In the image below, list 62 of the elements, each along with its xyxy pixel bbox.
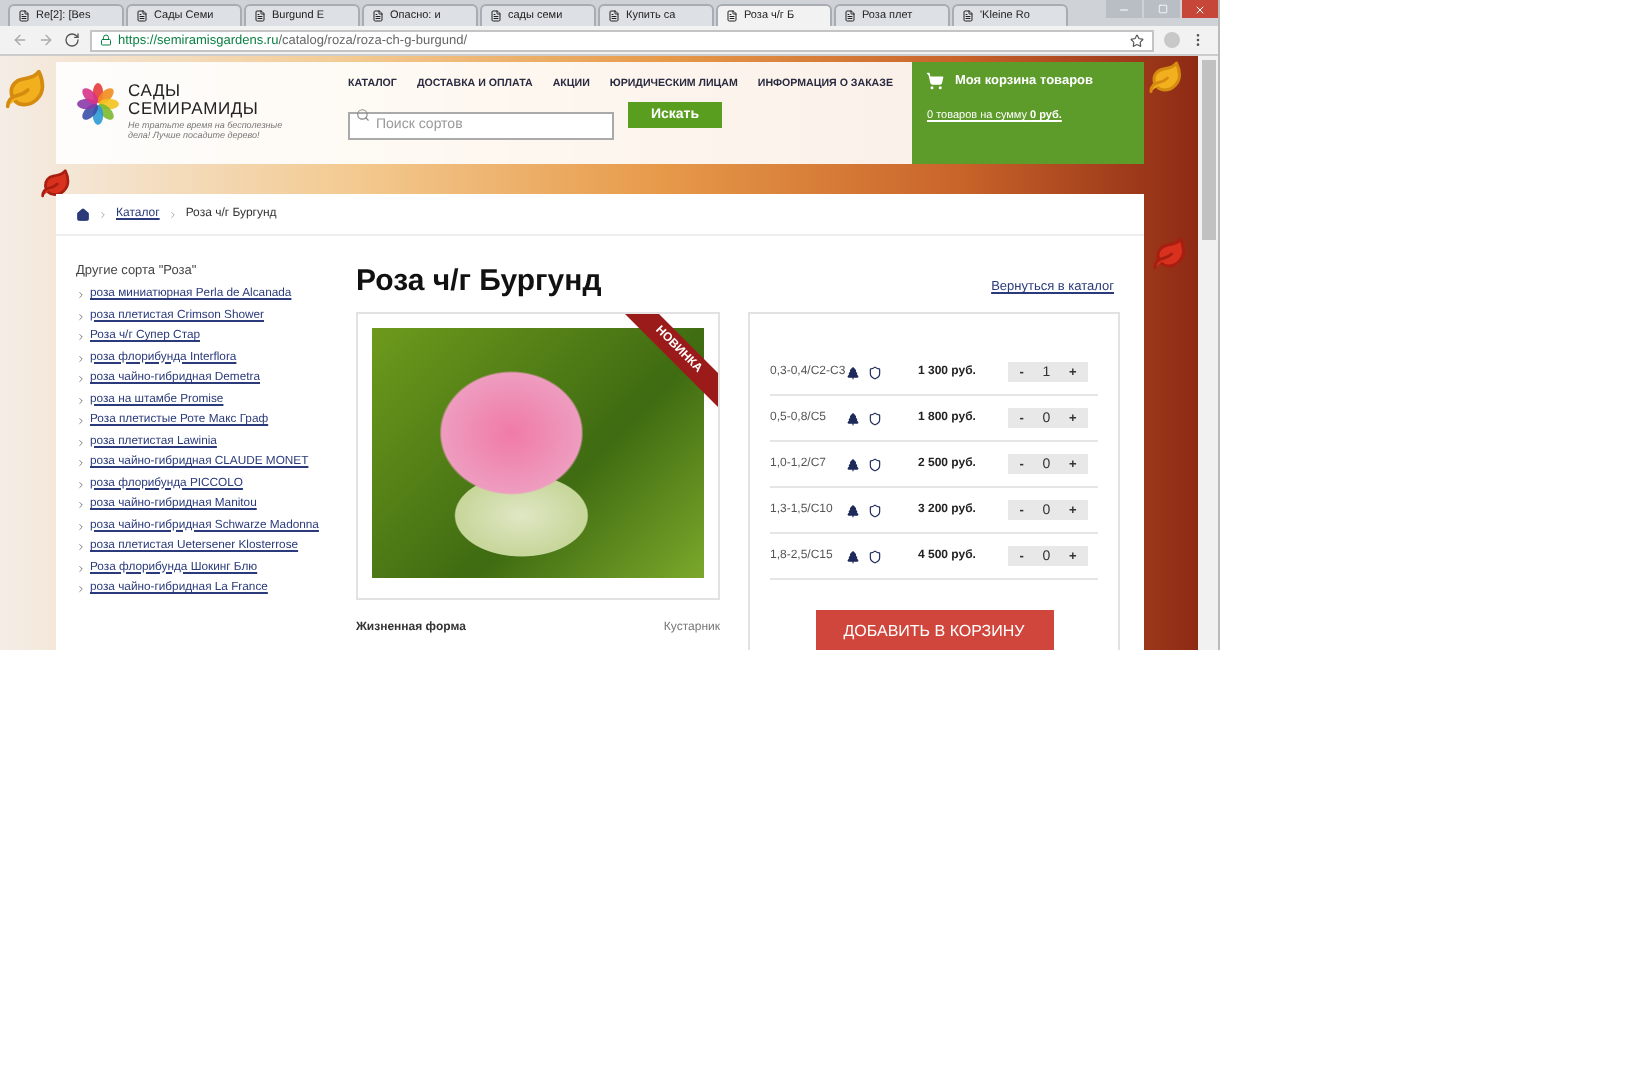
leaf-icon — [1152, 236, 1188, 272]
search-icon — [356, 108, 370, 122]
leaf-icon — [1148, 60, 1184, 96]
chevron-icon — [76, 416, 86, 426]
chevron-icon — [76, 521, 86, 531]
tree-icon — [846, 411, 860, 425]
tree-icon — [846, 549, 860, 563]
chevron-icon — [76, 479, 86, 489]
page-icon — [844, 10, 856, 22]
tree-icon — [846, 365, 860, 379]
extension-icon[interactable] — [1164, 32, 1180, 48]
chevron-icon — [76, 290, 86, 300]
page-icon — [254, 10, 266, 22]
page-icon — [18, 10, 30, 22]
star-icon[interactable] — [1130, 33, 1144, 47]
maximize-button[interactable] — [1144, 0, 1180, 18]
chevron-icon — [76, 542, 86, 552]
shield-icon — [868, 457, 882, 471]
logo-text: САДЫ — [128, 82, 183, 100]
lock-icon — [100, 34, 112, 46]
scrollbar-thumb[interactable] — [1201, 60, 1215, 240]
scrollbar[interactable] — [1198, 56, 1218, 650]
page-icon — [726, 10, 738, 22]
chevron-icon — [76, 311, 86, 321]
shield-icon — [868, 549, 882, 563]
leaf-icon — [40, 168, 72, 200]
product-title: Роза ч/г Бургунд — [356, 264, 602, 298]
chevron-icon — [76, 458, 86, 468]
cart-icon — [926, 72, 945, 90]
maximize-icon — [1157, 4, 1167, 14]
chevron-icon — [76, 563, 86, 573]
chevron-icon — [76, 500, 86, 510]
leaf-icon — [4, 68, 48, 112]
page-icon — [136, 10, 148, 22]
back-icon[interactable] — [12, 32, 28, 48]
tree-icon — [846, 503, 860, 517]
chevron-icon — [76, 353, 86, 363]
close-icon — [1194, 3, 1206, 15]
page-icon — [372, 10, 384, 22]
chevron-icon — [98, 209, 108, 219]
minimize-button[interactable] — [1106, 0, 1142, 18]
shield-icon — [868, 365, 882, 379]
shield-icon — [868, 411, 882, 425]
chevron-icon — [76, 584, 86, 594]
shield-icon — [868, 503, 882, 517]
chevron-icon — [76, 437, 86, 447]
add-to-cart-button[interactable]: ДОБАВИТЬ В КОРЗИНУ — [815, 610, 1053, 650]
tree-icon — [846, 457, 860, 471]
close-button[interactable] — [1182, 0, 1218, 18]
chevron-icon — [76, 374, 86, 384]
home-icon[interactable] — [76, 207, 90, 221]
page-icon — [962, 10, 974, 22]
flower-logo-icon — [76, 82, 120, 126]
logo-text: СЕМИРАМИДЫ — [128, 100, 261, 118]
page-icon — [608, 10, 620, 22]
reload-icon[interactable] — [64, 32, 80, 48]
forward-icon[interactable] — [38, 32, 54, 48]
page-icon — [490, 10, 502, 22]
chevron-icon — [167, 209, 178, 219]
chevron-icon — [76, 395, 86, 405]
minimize-icon — [1118, 3, 1130, 15]
chevron-icon — [76, 332, 86, 342]
